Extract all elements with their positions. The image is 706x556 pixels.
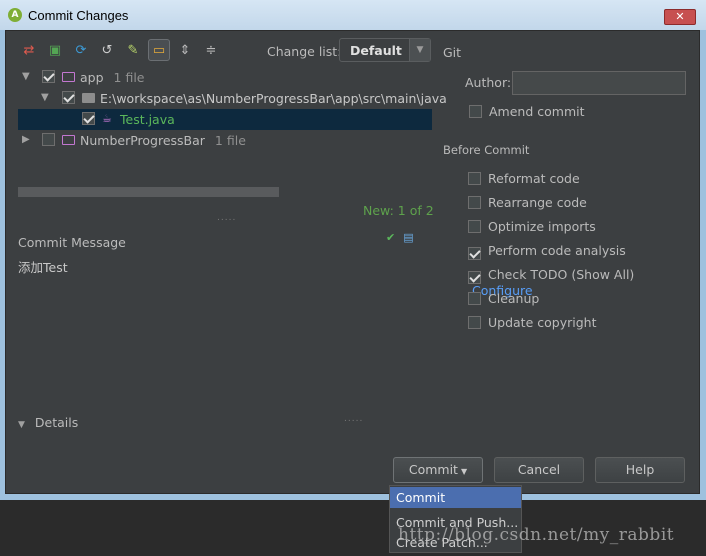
- change-list-label: Change list:: [267, 44, 342, 59]
- amend-commit-option[interactable]: Amend commit: [469, 103, 585, 119]
- change-list-value: Default: [350, 43, 402, 58]
- watermark: http://blog.csdn.net/my_rabbit: [398, 525, 675, 545]
- option-label: Update copyright: [488, 315, 597, 330]
- optimize-imports-checkbox[interactable]: [468, 220, 481, 233]
- collapsed-arrow-icon[interactable]: ▶: [22, 134, 30, 145]
- change-list-dropdown[interactable]: Default ▼: [339, 38, 431, 62]
- before-commit-title: Before Commit: [443, 143, 530, 157]
- option-label: Cleanup: [488, 291, 540, 306]
- title-bar: A Commit Changes ✕: [0, 0, 706, 30]
- reformat-code-checkbox[interactable]: [468, 172, 481, 185]
- dialog-body: ⇄ ▣ ⟳ ↺ ✎ ▭ ⇕ ≑ Change list: Default ▼ ▼…: [5, 30, 700, 494]
- module-folder-icon: [62, 135, 75, 145]
- tree-row-label: app 1 file: [80, 70, 145, 85]
- perform-code-analysis-option[interactable]: Perform code analysis: [468, 242, 626, 260]
- option-label: Perform code analysis: [488, 243, 626, 258]
- diff-icon[interactable]: ⇄: [18, 39, 40, 61]
- app-checkbox[interactable]: [42, 70, 55, 83]
- expanded-arrow-icon[interactable]: ▼: [41, 92, 49, 103]
- reformat-code-option[interactable]: Reformat code: [468, 170, 580, 186]
- update-copyright-checkbox[interactable]: [468, 316, 481, 329]
- git-section-title: Git: [443, 45, 462, 60]
- tree-row-app[interactable]: ▼ app 1 file: [18, 67, 432, 88]
- file-count: 1 file: [214, 133, 246, 148]
- splitter-grip-icon[interactable]: .....: [344, 414, 363, 424]
- changes-toolbar: ⇄ ▣ ⟳ ↺ ✎ ▭ ⇕ ≑: [18, 39, 222, 61]
- tree-row-path[interactable]: ▼ E:\workspace\as\NumberProgressBar\app\…: [18, 88, 447, 109]
- dropdown-arrow-icon: ▼: [460, 467, 468, 476]
- amend-commit-checkbox[interactable]: [469, 105, 482, 118]
- spellcheck-icon[interactable]: ✔: [386, 231, 395, 244]
- cleanup-checkbox[interactable]: [468, 292, 481, 305]
- module-folder-icon: [62, 72, 75, 82]
- menu-item-commit[interactable]: Commit: [390, 487, 521, 508]
- window-frame: A Commit Changes ✕ ⇄ ▣ ⟳ ↺ ✎ ▭ ⇕ ≑ Chang…: [0, 0, 706, 500]
- expand-arrow-icon[interactable]: ▼: [18, 420, 25, 430]
- option-label: Check TODO (Show All): [488, 267, 635, 282]
- amend-commit-label: Amend commit: [489, 104, 585, 119]
- author-label: Author:: [465, 75, 512, 90]
- path-checkbox[interactable]: [62, 91, 75, 104]
- tree-row-label: E:\workspace\as\NumberProgressBar\app\sr…: [100, 91, 447, 106]
- help-button[interactable]: Help: [595, 457, 685, 483]
- tree-row-label: NumberProgressBar 1 file: [80, 133, 246, 148]
- file-count: 1 file: [113, 70, 145, 85]
- refresh-icon[interactable]: ⟳: [70, 39, 92, 61]
- cancel-button[interactable]: Cancel: [494, 457, 584, 483]
- details-section[interactable]: ▼ Details: [18, 415, 78, 430]
- java-file-icon: ☕: [102, 112, 112, 125]
- cleanup-option[interactable]: Cleanup: [468, 290, 539, 306]
- revert-icon[interactable]: ↺: [96, 39, 118, 61]
- splitter-grip-icon[interactable]: .....: [217, 213, 236, 223]
- tree-row-numberprogressbar[interactable]: ▶ NumberProgressBar 1 file: [18, 130, 432, 151]
- tree-row-label: Test.java: [120, 112, 175, 127]
- update-copyright-option[interactable]: Update copyright: [468, 314, 596, 330]
- perform-code-analysis-checkbox[interactable]: [468, 247, 481, 260]
- rearrange-code-checkbox[interactable]: [468, 196, 481, 209]
- commit-message-input[interactable]: 添加Test: [18, 257, 68, 276]
- group-by-module-icon[interactable]: ▭: [148, 39, 170, 61]
- folder-icon: [82, 93, 95, 103]
- android-studio-logo-icon: A: [8, 8, 22, 22]
- module-checkbox[interactable]: [42, 133, 55, 146]
- rearrange-code-option[interactable]: Rearrange code: [468, 194, 587, 210]
- file-checkbox[interactable]: [82, 112, 95, 125]
- commit-button[interactable]: Commit ▼: [393, 457, 483, 483]
- check-todo-checkbox[interactable]: [468, 271, 481, 284]
- author-input[interactable]: [512, 71, 686, 95]
- commit-history-icon[interactable]: ▤: [403, 231, 413, 244]
- window-title: Commit Changes: [28, 8, 129, 23]
- tree-row-test-java[interactable]: ☕ Test.java: [18, 109, 432, 130]
- chevron-down-icon[interactable]: ▼: [409, 39, 430, 61]
- option-label: Optimize imports: [488, 219, 596, 234]
- move-icon[interactable]: ▣: [44, 39, 66, 61]
- commit-message-title: Commit Message: [18, 235, 126, 250]
- close-button[interactable]: ✕: [664, 9, 696, 25]
- option-label: Rearrange code: [488, 195, 587, 210]
- edit-icon[interactable]: ✎: [122, 39, 144, 61]
- commit-button-label: Commit: [408, 462, 458, 477]
- expanded-arrow-icon[interactable]: ▼: [22, 71, 30, 82]
- collapse-all-icon[interactable]: ≑: [200, 39, 222, 61]
- option-label: Reformat code: [488, 171, 580, 186]
- expand-all-icon[interactable]: ⇕: [174, 39, 196, 61]
- details-label: Details: [34, 415, 79, 430]
- commit-message-tools: ✔ ▤: [386, 231, 414, 244]
- new-counter: New: 1 of 2: [363, 203, 434, 218]
- optimize-imports-option[interactable]: Optimize imports: [468, 218, 596, 234]
- horizontal-scrollbar[interactable]: [18, 187, 279, 197]
